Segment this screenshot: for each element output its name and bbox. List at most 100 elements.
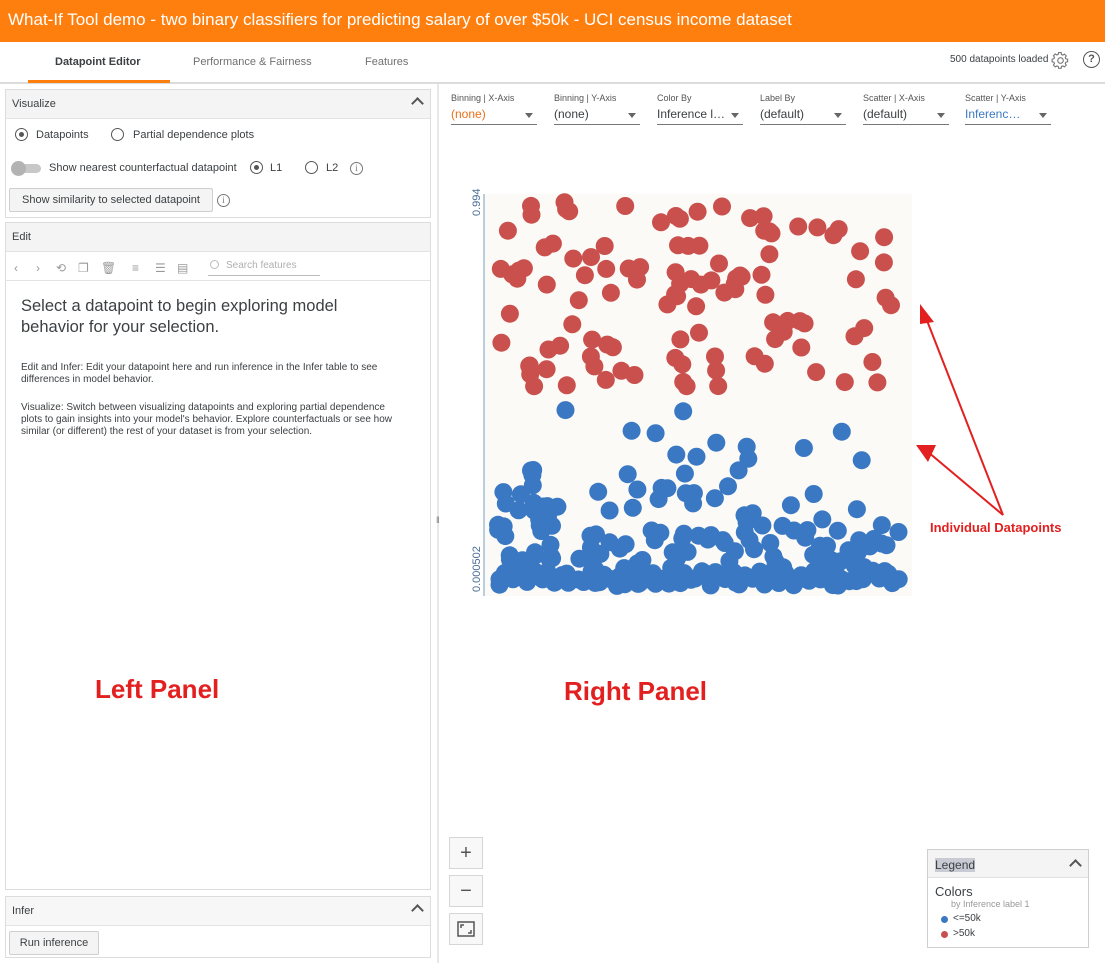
- datapoint-high[interactable]: [709, 377, 728, 396]
- datapoint-high[interactable]: [863, 353, 882, 371]
- counterfactual-toggle[interactable]: [11, 161, 41, 176]
- datapoint-low[interactable]: [828, 521, 847, 540]
- datapoint-low[interactable]: [676, 484, 695, 503]
- datapoint-high[interactable]: [537, 360, 556, 379]
- tab-datapoint-editor[interactable]: Datapoint Editor: [55, 56, 141, 68]
- datapoint-low[interactable]: [832, 422, 851, 441]
- datapoint-low[interactable]: [649, 490, 668, 509]
- datapoint-high[interactable]: [555, 193, 574, 212]
- datapoint-high[interactable]: [807, 363, 826, 382]
- datapoint-high[interactable]: [690, 323, 708, 342]
- datapoint-low[interactable]: [628, 480, 647, 499]
- datapoint-high[interactable]: [762, 224, 781, 243]
- datapoint-low[interactable]: [589, 482, 608, 501]
- datapoint-high[interactable]: [575, 266, 594, 285]
- datapoint-high[interactable]: [543, 234, 562, 253]
- datapoint-low[interactable]: [674, 402, 693, 421]
- datapoint-low[interactable]: [667, 445, 686, 464]
- datapoint-low[interactable]: [719, 477, 737, 496]
- datapoint-low[interactable]: [753, 516, 772, 535]
- color-by-select[interactable]: Color By Inference label: [657, 93, 743, 125]
- datapoint-low[interactable]: [543, 516, 561, 535]
- duplicate-icon[interactable]: ❐: [78, 261, 89, 275]
- datapoint-low[interactable]: [526, 546, 545, 565]
- tab-features[interactable]: Features: [365, 56, 408, 68]
- datapoint-low[interactable]: [494, 517, 513, 536]
- datapoint-low[interactable]: [847, 500, 866, 519]
- datapoint-high[interactable]: [498, 221, 517, 240]
- datapoint-low[interactable]: [675, 464, 694, 483]
- datapoint-low[interactable]: [872, 516, 891, 535]
- datapoint-low[interactable]: [623, 498, 642, 517]
- datapoint-high[interactable]: [612, 361, 631, 380]
- datapoint-high[interactable]: [628, 270, 646, 289]
- datapoint-high[interactable]: [752, 265, 771, 284]
- datapoint-low[interactable]: [761, 534, 780, 552]
- similarity-info-icon[interactable]: i: [217, 194, 230, 207]
- datapoint-low[interactable]: [735, 523, 754, 542]
- history-icon[interactable]: ⟲: [56, 261, 66, 275]
- datapoint-low[interactable]: [813, 510, 832, 529]
- pdp-radio[interactable]: [111, 128, 124, 141]
- back-icon[interactable]: ‹: [14, 261, 18, 275]
- datapoint-high[interactable]: [583, 330, 602, 349]
- binning-y-select[interactable]: Binning | Y-Axis (none): [554, 93, 640, 125]
- fit-to-screen-button[interactable]: [449, 913, 483, 945]
- sort-list-icon[interactable]: ☰: [155, 261, 166, 275]
- datapoint-low[interactable]: [522, 461, 540, 480]
- datapoint-high[interactable]: [601, 283, 620, 302]
- datapoint-high[interactable]: [868, 373, 887, 392]
- datapoint-low[interactable]: [852, 451, 871, 470]
- datapoint-low[interactable]: [591, 544, 610, 563]
- datapoint-low[interactable]: [729, 461, 748, 480]
- datapoint-high[interactable]: [875, 228, 894, 247]
- datapoint-high[interactable]: [756, 285, 775, 304]
- datapoint-high[interactable]: [671, 330, 690, 349]
- l2-info-icon[interactable]: i: [350, 162, 363, 175]
- datapoint-high[interactable]: [537, 275, 556, 294]
- delete-icon[interactable]: 🗑: [101, 261, 116, 275]
- datapoint-high[interactable]: [679, 236, 698, 255]
- datapoint-high[interactable]: [688, 202, 707, 221]
- datapoint-high[interactable]: [687, 297, 706, 316]
- zoom-in-button[interactable]: +: [449, 837, 483, 869]
- datapoint-high[interactable]: [569, 291, 588, 310]
- datapoint-high[interactable]: [778, 311, 797, 330]
- run-inference-button[interactable]: Run inference: [9, 931, 99, 955]
- datapoint-high[interactable]: [808, 218, 827, 237]
- scatter-y-select[interactable]: Scatter | Y-Axis Inference score: [965, 93, 1051, 125]
- datapoint-high[interactable]: [525, 377, 544, 396]
- datapoint-low[interactable]: [687, 447, 706, 466]
- binning-x-select[interactable]: Binning | X-Axis (none): [451, 93, 537, 125]
- datapoint-low[interactable]: [645, 531, 664, 550]
- datapoint-low[interactable]: [796, 528, 815, 547]
- chevron-up-icon[interactable]: [411, 97, 424, 110]
- datapoint-low[interactable]: [707, 433, 726, 452]
- datapoint-high[interactable]: [745, 347, 764, 366]
- datapoint-low[interactable]: [804, 485, 823, 503]
- list-view-icon[interactable]: ▤: [177, 261, 188, 275]
- datapoint-high[interactable]: [673, 355, 692, 374]
- datapoint-low[interactable]: [678, 542, 697, 561]
- datapoint-low[interactable]: [541, 535, 560, 554]
- datapoint-high[interactable]: [539, 340, 558, 359]
- l2-radio[interactable]: [305, 161, 318, 174]
- visualize-panel-header[interactable]: Visualize: [6, 90, 430, 119]
- datapoint-low[interactable]: [889, 570, 908, 589]
- zoom-out-button[interactable]: −: [449, 875, 483, 907]
- infer-panel-header[interactable]: Infer: [6, 897, 430, 926]
- datapoint-high[interactable]: [582, 248, 600, 267]
- datapoint-high[interactable]: [876, 288, 895, 307]
- datapoints-radio[interactable]: [15, 128, 28, 141]
- datapoint-low[interactable]: [618, 465, 637, 484]
- datapoint-high[interactable]: [741, 209, 760, 228]
- datapoint-high[interactable]: [846, 270, 865, 289]
- datapoint-low[interactable]: [511, 485, 530, 504]
- datapoint-high[interactable]: [597, 259, 616, 278]
- datapoint-low[interactable]: [745, 540, 763, 559]
- datapoint-high[interactable]: [691, 275, 710, 294]
- datapoint-low[interactable]: [698, 530, 717, 549]
- label-by-select[interactable]: Label By (default): [760, 93, 846, 125]
- datapoint-low[interactable]: [494, 483, 513, 502]
- show-similarity-button[interactable]: Show similarity to selected datapoint: [9, 188, 213, 212]
